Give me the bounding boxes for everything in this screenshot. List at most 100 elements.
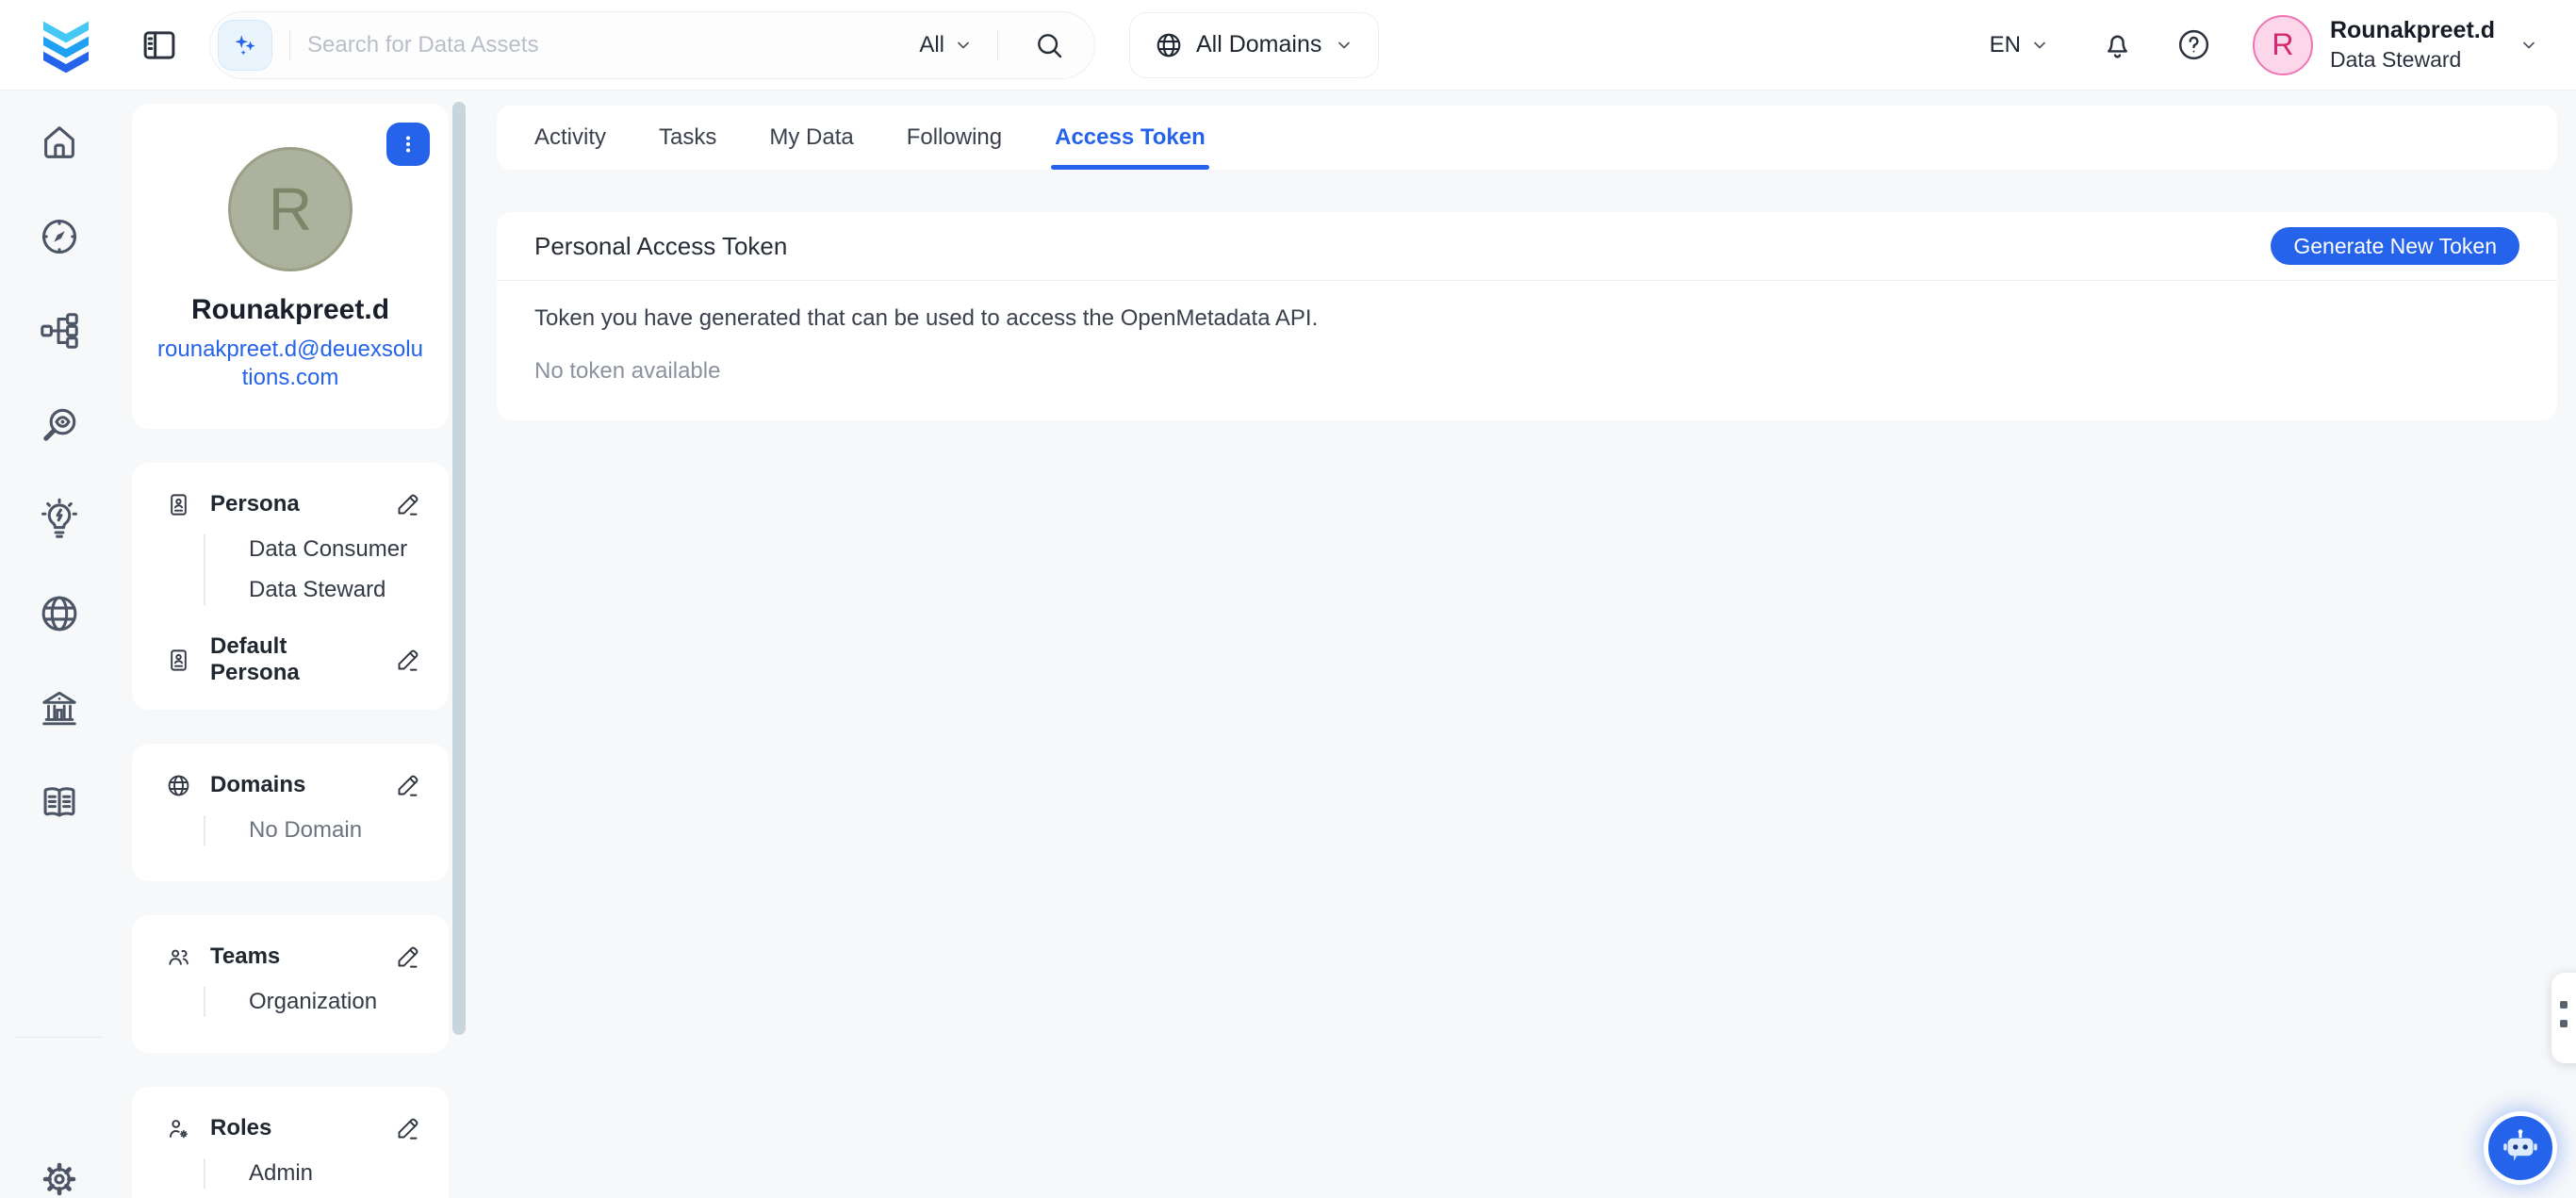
tab-following[interactable]: Following — [880, 106, 1028, 170]
openmetadata-logo-icon[interactable] — [36, 15, 96, 75]
persona-card: Persona Data Consumer Data Steward — [132, 463, 449, 710]
sidebar-item-settings[interactable] — [34, 1154, 85, 1198]
role-item: Admin — [249, 1160, 420, 1187]
token-card-title: Personal Access Token — [534, 232, 787, 261]
gear-icon — [38, 1157, 81, 1198]
token-card-body: Token you have generated that can be use… — [497, 281, 2557, 420]
teams-list: Organization — [204, 987, 420, 1017]
persona-badge-icon — [166, 648, 191, 673]
user-avatar-initial: R — [2272, 27, 2293, 62]
default-persona-value-link[interactable]: Data Steward — [245, 709, 382, 710]
kebab-menu-icon — [396, 132, 420, 156]
tab-activity[interactable]: Activity — [508, 106, 632, 170]
tab-tasks[interactable]: Tasks — [632, 106, 743, 170]
sidebar-item-governance[interactable] — [34, 682, 85, 733]
sidebar-item-observability[interactable] — [34, 400, 85, 451]
user-avatar: R — [2253, 15, 2313, 75]
sidebar-toggle-icon[interactable] — [139, 25, 179, 65]
chevron-down-icon — [2519, 36, 2538, 55]
topbar: All All Domains EN — [0, 0, 2576, 90]
lightbulb-bolt-icon — [38, 498, 81, 541]
bank-icon — [38, 686, 81, 730]
user-gear-icon — [166, 1116, 191, 1141]
rail-items — [0, 90, 119, 828]
chevron-down-icon — [954, 36, 973, 55]
persona-item: Data Consumer — [249, 536, 420, 563]
default-persona-section-title: Default Persona — [210, 633, 376, 686]
left-nav-rail — [0, 90, 119, 1198]
roles-section-title: Roles — [210, 1115, 271, 1141]
edit-persona-icon[interactable] — [395, 492, 420, 517]
home-icon — [38, 121, 81, 164]
teams-section-title: Teams — [210, 944, 280, 970]
sidebar-item-explore[interactable] — [34, 211, 85, 262]
search-scope-dropdown[interactable]: All — [919, 32, 973, 58]
sidebar-item-glossary[interactable] — [34, 777, 85, 828]
sidebar-item-home[interactable] — [34, 117, 85, 168]
globe-icon — [38, 592, 81, 635]
sidebar-item-insights[interactable] — [34, 494, 85, 545]
persona-section-title: Persona — [210, 491, 300, 517]
sidebar-item-lineage[interactable] — [34, 305, 85, 356]
profile-tabs: Activity Tasks My Data Following Access … — [497, 106, 2557, 170]
edit-teams-icon[interactable] — [395, 944, 420, 970]
users-icon — [166, 944, 191, 970]
divider — [997, 29, 998, 61]
sidebar-item-domains[interactable] — [34, 588, 85, 639]
search-icon[interactable] — [1034, 30, 1064, 60]
persona-badge-icon — [166, 492, 191, 517]
token-card-header: Personal Access Token Generate New Token — [497, 212, 2557, 280]
globe-icon — [1155, 31, 1183, 59]
persona-section-header: Persona — [166, 491, 420, 517]
all-domains-label: All Domains — [1196, 31, 1321, 58]
divider — [289, 29, 290, 61]
help-icon[interactable] — [2176, 27, 2211, 62]
user-menu[interactable]: R Rounakpreet.d Data Steward — [2253, 15, 2538, 75]
domains-section-header: Domains — [166, 772, 420, 798]
tab-my-data[interactable]: My Data — [743, 106, 879, 170]
chevron-down-icon — [2030, 36, 2049, 55]
roles-card: Roles Admin — [132, 1087, 449, 1198]
teams-card: Teams Organization — [132, 915, 449, 1053]
default-persona-section-header: Default Persona — [166, 633, 420, 686]
main-content: Activity Tasks My Data Following Access … — [497, 106, 2557, 420]
open-book-icon — [38, 780, 81, 824]
persona-list: Data Consumer Data Steward — [204, 534, 420, 605]
profile-more-options-button[interactable] — [386, 123, 430, 166]
generate-new-token-button[interactable]: Generate New Token — [2271, 227, 2519, 265]
domains-card: Domains No Domain — [132, 744, 449, 881]
roles-list: Admin — [204, 1158, 420, 1189]
language-selector[interactable]: EN — [1990, 32, 2049, 58]
no-domain-label: No Domain — [249, 817, 420, 844]
profile-card: R Rounakpreet.d rounakpreet.d@deuexsolut… — [132, 104, 449, 429]
panel-scrollbar[interactable] — [452, 102, 466, 1035]
chat-bot-button[interactable] — [2484, 1111, 2557, 1185]
chevron-down-icon — [1335, 36, 1354, 55]
token-empty-state: No token available — [534, 358, 2519, 385]
profile-email-link[interactable]: rounakpreet.d@deuexsolutions.com — [155, 336, 426, 392]
edit-default-persona-icon[interactable] — [395, 648, 420, 673]
ai-sparkle-icon[interactable] — [218, 20, 272, 71]
team-item[interactable]: Organization — [249, 989, 420, 1015]
compass-icon — [38, 215, 81, 258]
profile-avatar-initial: R — [269, 174, 312, 244]
profile-avatar: R — [228, 147, 353, 271]
domains-section-title: Domains — [210, 772, 305, 798]
tab-access-token[interactable]: Access Token — [1028, 106, 1232, 170]
all-domains-button[interactable]: All Domains — [1129, 12, 1379, 78]
edge-collapsed-widget[interactable] — [2551, 973, 2576, 1063]
domains-list: No Domain — [204, 815, 420, 845]
teams-section-header: Teams — [166, 944, 420, 970]
notifications-bell-icon[interactable] — [2100, 27, 2135, 62]
robot-icon — [2496, 1124, 2545, 1173]
magnifier-eye-icon — [38, 403, 81, 447]
language-label: EN — [1990, 32, 2021, 58]
user-name: Rounakpreet.d — [2330, 17, 2495, 44]
edit-roles-icon[interactable] — [395, 1116, 420, 1141]
search-input[interactable] — [307, 32, 911, 58]
flow-hierarchy-icon — [38, 309, 81, 353]
profile-name: Rounakpreet.d — [132, 294, 449, 326]
edit-domains-icon[interactable] — [395, 773, 420, 798]
roles-section-header: Roles — [166, 1115, 420, 1141]
global-search-bar[interactable]: All — [209, 11, 1095, 79]
